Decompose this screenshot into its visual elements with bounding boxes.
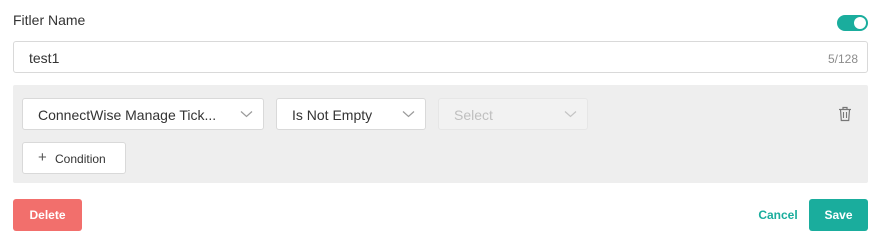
delete-button[interactable]: Delete (13, 199, 82, 231)
character-counter: 5/128 (827, 52, 858, 66)
toggle-knob (854, 17, 866, 29)
condition-value-placeholder: Select (454, 107, 493, 123)
add-condition-button[interactable]: + Condition (22, 142, 126, 174)
chevron-down-icon (240, 111, 253, 118)
condition-operator-select[interactable]: Is Not Empty (276, 98, 426, 130)
condition-field-select[interactable]: ConnectWise Manage Tick... (22, 98, 264, 130)
add-condition-label: Condition (55, 152, 106, 166)
save-button[interactable]: Save (809, 199, 868, 231)
cancel-button[interactable]: Cancel (752, 199, 804, 231)
filter-enabled-toggle[interactable] (837, 15, 868, 31)
chevron-down-icon (402, 111, 415, 118)
filter-name-value[interactable]: test1 (29, 50, 59, 66)
condition-operator-value: Is Not Empty (292, 107, 373, 123)
condition-value-select[interactable]: Select (438, 98, 588, 130)
trash-icon[interactable] (838, 106, 852, 122)
condition-field-value: ConnectWise Manage Tick... (38, 107, 217, 123)
filter-editor: Fitler Name test1 5/128 ConnectWise Mana… (0, 0, 884, 244)
conditions-panel: ConnectWise Manage Tick... Is Not Empty … (13, 85, 868, 183)
filter-name-input[interactable]: test1 5/128 (13, 41, 868, 73)
filter-name-label: Fitler Name (13, 12, 86, 28)
plus-icon: + (38, 149, 47, 166)
chevron-down-icon (564, 111, 577, 118)
